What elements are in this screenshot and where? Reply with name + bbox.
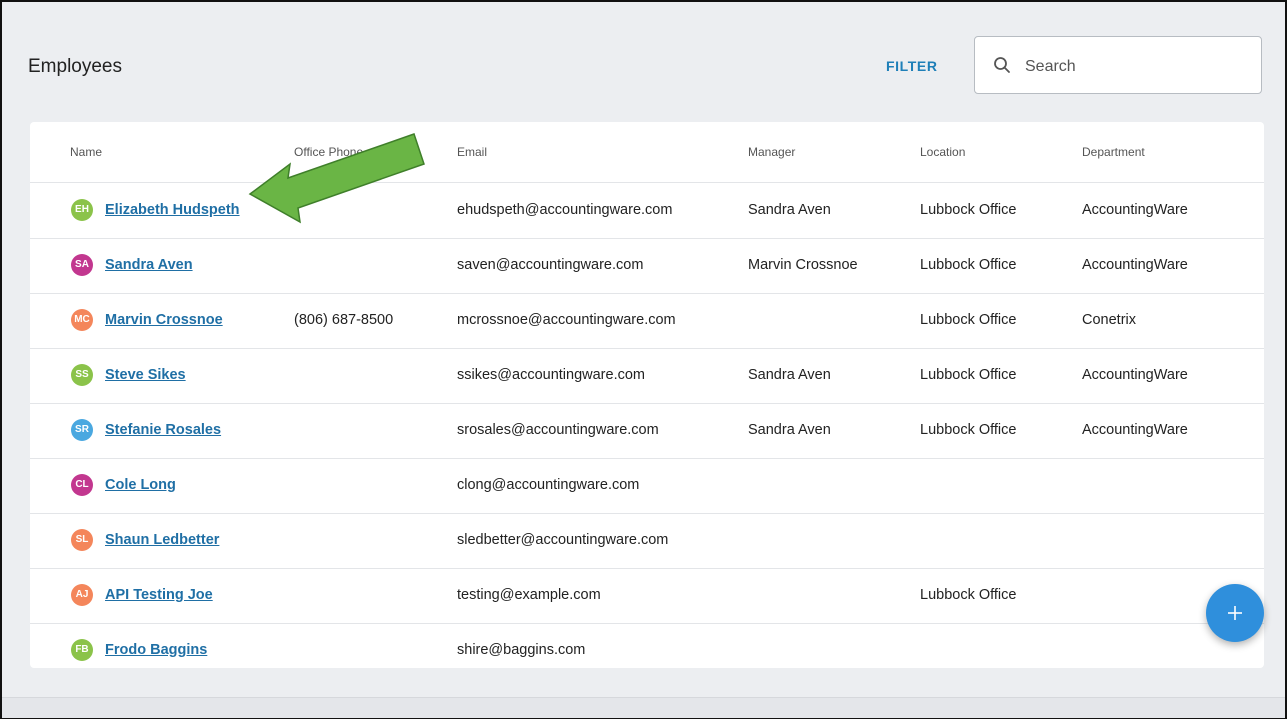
column-header-location[interactable]: Location [920,145,965,159]
location-cell: Lubbock Office [920,257,1017,273]
search-box[interactable] [974,36,1262,94]
column-header-name[interactable]: Name [70,145,102,159]
employee-name-link[interactable]: Steve Sikes [105,367,186,383]
search-icon [993,56,1011,79]
add-employee-button[interactable] [1206,584,1264,642]
table-row[interactable]: SL Shaun Ledbetter sledbetter@accountingwa… [30,513,1264,569]
avatar: SA [71,254,93,276]
email-cell: ssikes@accountingware.com [457,367,645,383]
employees-table: Name Office Phone Email Manager Location… [30,122,1264,668]
email-cell: saven@accountingware.com [457,257,644,273]
department-cell: Conetrix [1082,312,1136,328]
location-cell: Lubbock Office [920,312,1017,328]
column-header-department[interactable]: Department [1082,145,1145,159]
manager-cell: Marvin Crossnoe [748,257,858,273]
employee-name-link[interactable]: Frodo Baggins [105,642,207,658]
avatar: SL [71,529,93,551]
avatar: MC [71,309,93,331]
location-cell: Lubbock Office [920,202,1017,218]
manager-cell: Sandra Aven [748,202,831,218]
table-header: Name Office Phone Email Manager Location… [30,122,1264,183]
email-cell: mcrossnoe@accountingware.com [457,312,676,328]
plus-icon [1228,606,1242,620]
location-cell: Lubbock Office [920,422,1017,438]
email-cell: sledbetter@accountingware.com [457,532,669,548]
employee-name-link[interactable]: Shaun Ledbetter [105,532,219,548]
table-row[interactable]: MC Marvin Crossnoe (806) 687-8500 mcrossnoe… [30,293,1264,349]
email-cell: testing@example.com [457,587,601,603]
column-header-manager[interactable]: Manager [748,145,795,159]
table-row[interactable]: EH Elizabeth Hudspeth ehudspeth@accounting… [30,183,1264,239]
filter-button[interactable]: FILTER [886,58,938,74]
search-input[interactable] [1023,53,1247,81]
department-cell: AccountingWare [1082,202,1188,218]
employee-name-link[interactable]: Sandra Aven [105,257,193,273]
location-cell: Lubbock Office [920,587,1017,603]
avatar: CL [71,474,93,496]
manager-cell: Sandra Aven [748,422,831,438]
email-cell: clong@accountingware.com [457,477,640,493]
email-cell: srosales@accountingware.com [457,422,659,438]
avatar: SR [71,419,93,441]
bottom-panel [2,697,1285,718]
avatar: FB [71,639,93,661]
employee-name-link[interactable]: Marvin Crossnoe [105,312,223,328]
location-cell: Lubbock Office [920,367,1017,383]
avatar: AJ [71,584,93,606]
employee-name-link[interactable]: Cole Long [105,477,176,493]
employee-name-link[interactable]: Stefanie Rosales [105,422,221,438]
avatar: EH [71,199,93,221]
department-cell: AccountingWare [1082,422,1188,438]
table-row[interactable]: SA Sandra Aven saven@accountingware.com Mar… [30,238,1264,294]
app-frame: Employees FILTER Name Office Phone Email… [0,0,1287,719]
avatar: SS [71,364,93,386]
manager-cell: Sandra Aven [748,367,831,383]
employee-name-link[interactable]: Elizabeth Hudspeth [105,202,240,218]
table-row[interactable]: CL Cole Long clong@accountingware.com [30,458,1264,514]
column-header-email[interactable]: Email [457,145,487,159]
email-cell: shire@baggins.com [457,642,586,658]
page-title: Employees [28,56,122,77]
employee-name-link[interactable]: API Testing Joe [105,587,213,603]
table-row[interactable]: AJ API Testing Joe testing@example.com Lubb… [30,568,1264,624]
table-row[interactable]: SS Steve Sikes ssikes@accountingware.com Sa… [30,348,1264,404]
office-phone-cell: (806) 687-8500 [294,312,394,328]
arrow-icon [248,133,425,224]
department-cell: AccountingWare [1082,367,1188,383]
department-cell: AccountingWare [1082,257,1188,273]
email-cell: ehudspeth@accountingware.com [457,202,673,218]
table-row[interactable]: SR Stefanie Rosales srosales@accountingwar… [30,403,1264,459]
table-row[interactable]: FB Frodo Baggins shire@baggins.com [30,623,1264,668]
